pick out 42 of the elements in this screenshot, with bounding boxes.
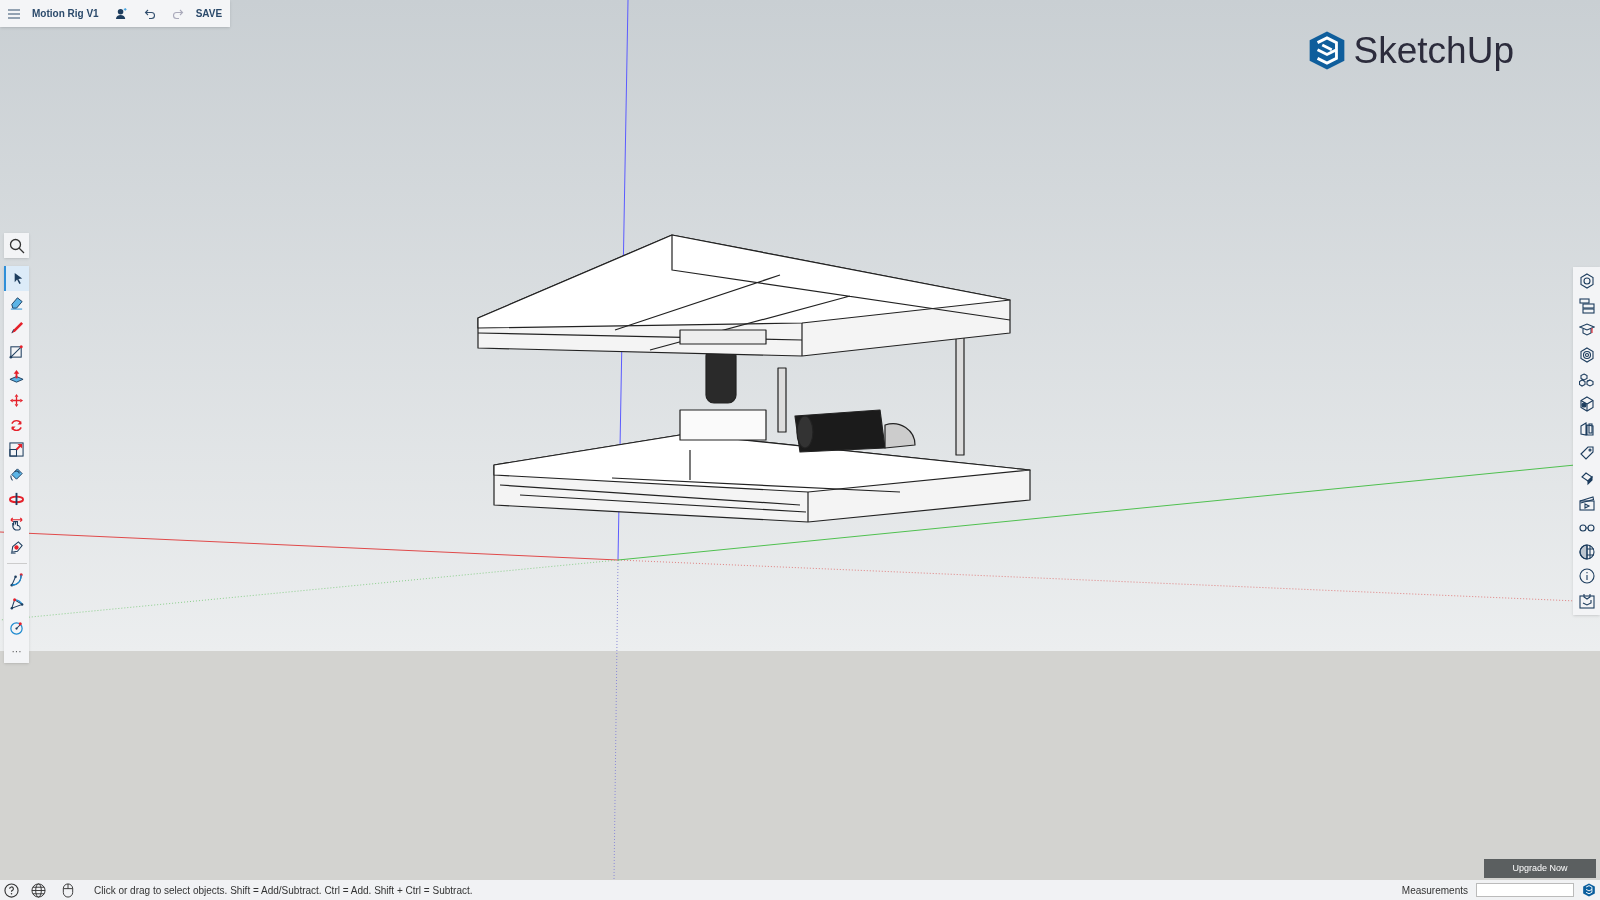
upgrade-button[interactable]: Upgrade Now bbox=[1484, 859, 1596, 878]
clapperboard-icon bbox=[1578, 494, 1595, 511]
user-icon[interactable] bbox=[114, 7, 128, 20]
rectangle-icon bbox=[9, 344, 24, 360]
search-icon bbox=[8, 237, 25, 254]
eraser-icon bbox=[9, 295, 24, 311]
undo-icon[interactable] bbox=[143, 7, 156, 20]
scale-icon bbox=[9, 442, 24, 458]
circle-icon bbox=[9, 620, 24, 636]
orbit-icon bbox=[9, 491, 24, 507]
pie-arc-icon bbox=[9, 596, 24, 612]
rotate-icon bbox=[9, 417, 24, 433]
globe-grid-icon bbox=[1578, 543, 1595, 560]
tape-measure-icon bbox=[9, 540, 24, 556]
tag-icon bbox=[1578, 445, 1595, 462]
paint-bucket-icon bbox=[9, 466, 24, 482]
hexagon-icon bbox=[1578, 273, 1595, 290]
stacked-rows-icon bbox=[1578, 297, 1595, 314]
logo-text: SketchUp bbox=[1353, 32, 1514, 69]
search-tool-button[interactable] bbox=[4, 233, 29, 258]
mouse-icon[interactable] bbox=[62, 882, 74, 898]
more-tools-button[interactable]: ··· bbox=[4, 640, 29, 663]
measurements-label: Measurements bbox=[1401, 883, 1468, 898]
move-icon bbox=[9, 393, 24, 409]
pencil-icon bbox=[9, 319, 24, 335]
logo-icon[interactable] bbox=[1582, 883, 1596, 897]
document-title[interactable]: Motion Rig V1 bbox=[32, 6, 99, 21]
info-icon bbox=[1578, 568, 1595, 585]
push-pull-icon bbox=[9, 368, 24, 384]
save-button[interactable]: SAVE bbox=[195, 6, 223, 21]
cubes-icon bbox=[1578, 371, 1595, 388]
arc-icon bbox=[9, 571, 24, 587]
hand-icon bbox=[9, 515, 24, 531]
status-hint: Click or drag to select objects. Shift = Add/Subtract. Ctrl = Add. Shift + Ctrl = Subtract. bbox=[94, 883, 473, 898]
cube-icon bbox=[1578, 396, 1595, 413]
blocks-icon bbox=[1578, 420, 1595, 437]
globe-icon[interactable] bbox=[31, 882, 46, 898]
select-tool-button[interactable] bbox=[4, 266, 29, 291]
measurements-field[interactable] bbox=[1476, 883, 1574, 897]
help-icon[interactable] bbox=[4, 882, 19, 898]
target-icon bbox=[1578, 347, 1595, 364]
logo-icon bbox=[1307, 30, 1346, 71]
